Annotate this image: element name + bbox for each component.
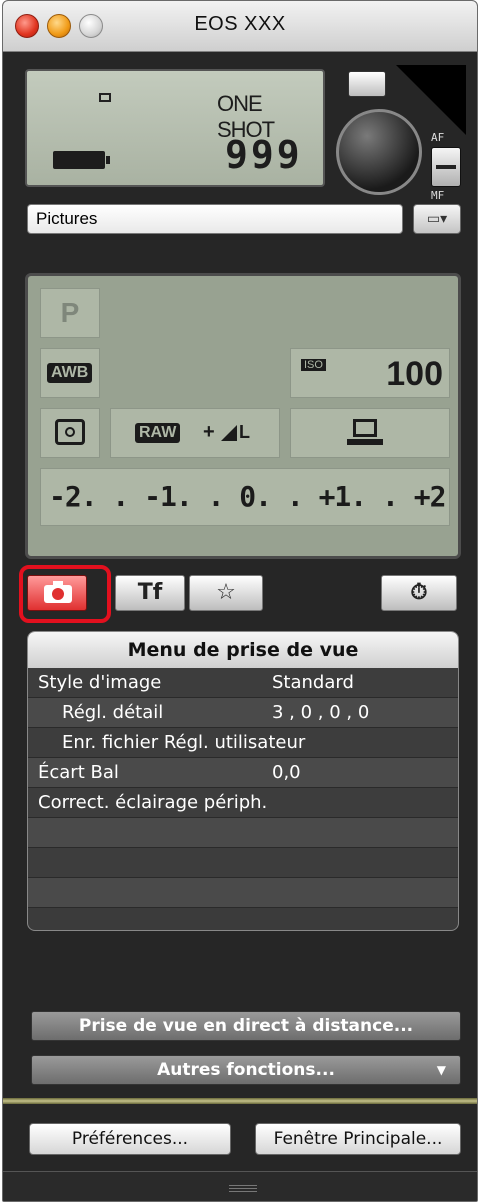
chevron-down-icon: ▾ xyxy=(440,211,448,227)
tab-my-menu[interactable]: ☆ xyxy=(189,575,263,611)
metering-mode-cell[interactable] xyxy=(40,408,100,458)
quality-size: L xyxy=(239,422,250,442)
chevron-down-icon: ▼ xyxy=(436,1063,446,1077)
image-quality-cell[interactable]: RAW + L xyxy=(110,408,280,458)
tools-icon: Tf xyxy=(137,580,163,605)
grip-lines-icon xyxy=(229,1185,257,1186)
tab-setup[interactable]: Tf xyxy=(115,575,185,611)
divider xyxy=(3,1098,477,1104)
mf-label: MF xyxy=(431,189,445,202)
save-destination-cell[interactable] xyxy=(290,408,450,458)
folder-icon: ▭ xyxy=(426,211,441,227)
af-mf-switch[interactable]: AF xyxy=(429,131,463,187)
white-balance-cell[interactable]: AWB xyxy=(40,348,100,398)
metering-icon xyxy=(55,419,85,445)
menu-title: Menu de prise de vue xyxy=(28,632,458,668)
battery-icon xyxy=(53,151,110,169)
iso-cell[interactable]: ISO 100 xyxy=(290,348,450,398)
menu-row-value: 3 , 0 , 0 , 0 xyxy=(272,702,370,723)
white-balance-value: AWB xyxy=(47,363,93,383)
drive-mode-icon xyxy=(99,93,111,102)
jpeg-quality-icon xyxy=(221,425,237,441)
settings-lcd-panel: P AWB ISO 100 RAW + L -2. . -1. . 0. . +… xyxy=(25,273,461,559)
top-status-lcd: ONE SHOT 999 xyxy=(25,69,325,187)
remote-live-view-button[interactable]: Prise de vue en direct à distance... xyxy=(31,1011,461,1041)
iso-value: 100 xyxy=(386,355,443,393)
eos-utility-window: EOS XXX ONE SHOT 999 AF MF Pictures ▭▾ P… xyxy=(2,0,478,1202)
menu-row-label: Régl. détail xyxy=(62,702,164,723)
shooting-menu-panel: Menu de prise de vue Style d'image Standa… xyxy=(27,631,459,931)
menu-row[interactable] xyxy=(28,818,458,848)
menu-row-label: Enr. fichier Régl. utilisateur xyxy=(62,732,306,753)
tab-timer[interactable]: ⏱ xyxy=(381,575,457,611)
menu-row[interactable]: Régl. détail 3 , 0 , 0 , 0 xyxy=(28,698,458,728)
destination-folder-field[interactable]: Pictures xyxy=(27,204,403,234)
menu-row-label: Correct. éclairage périph. xyxy=(38,792,268,813)
menu-row[interactable]: Enr. fichier Régl. utilisateur xyxy=(28,728,458,758)
iso-label: ISO xyxy=(301,359,326,371)
resize-grip[interactable] xyxy=(3,1171,477,1201)
menu-row-value: 0,0 xyxy=(272,762,301,783)
computer-base xyxy=(347,439,383,445)
af-mf-toggle-icon[interactable] xyxy=(431,147,461,187)
computer-icon xyxy=(353,419,377,437)
active-tab-highlight xyxy=(19,565,111,623)
menu-row[interactable]: Écart Bal 0,0 xyxy=(28,758,458,788)
menu-row-label: Écart Bal xyxy=(38,762,119,783)
other-functions-button[interactable]: Autres fonctions... ▼ xyxy=(31,1055,461,1085)
af-label: AF xyxy=(431,131,445,144)
quality-raw: RAW xyxy=(135,423,181,443)
exposure-compensation-scale[interactable]: -2. . -1. . 0. . +1. . +2 xyxy=(40,468,450,526)
menu-row[interactable] xyxy=(28,878,458,908)
menu-row-value: Standard xyxy=(272,672,354,693)
menu-row[interactable]: Correct. éclairage périph. xyxy=(28,788,458,818)
shooting-mode-cell[interactable]: P xyxy=(40,288,100,338)
main-window-button[interactable]: Fenêtre Principale... xyxy=(255,1123,461,1155)
shots-remaining: 999 xyxy=(225,133,303,177)
preferences-button[interactable]: Préférences... xyxy=(29,1123,231,1155)
menu-row[interactable] xyxy=(28,848,458,878)
live-preview-toggle-button[interactable] xyxy=(348,71,386,97)
window-title: EOS XXX xyxy=(194,13,286,35)
title-bar[interactable]: EOS XXX xyxy=(3,1,477,52)
menu-row-label: Style d'image xyxy=(38,672,162,693)
other-functions-label: Autres fonctions... xyxy=(157,1060,335,1080)
folder-menu-button[interactable]: ▭▾ xyxy=(413,204,461,234)
menu-row[interactable]: Style d'image Standard xyxy=(28,668,458,698)
star-icon: ☆ xyxy=(216,580,236,605)
quality-plus: + xyxy=(203,421,215,443)
timer-icon: ⏱ xyxy=(410,580,428,605)
shutter-button[interactable] xyxy=(336,109,422,195)
